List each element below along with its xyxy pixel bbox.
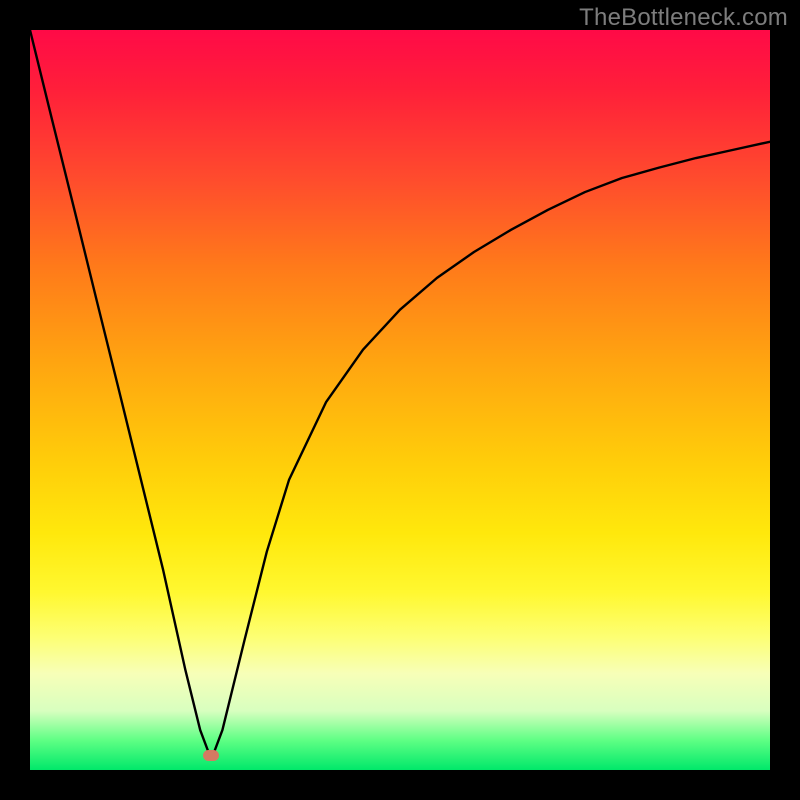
plot-frame (30, 30, 770, 770)
watermark-text: TheBottleneck.com (579, 4, 788, 32)
curve-path (30, 30, 770, 760)
minimum-marker (203, 750, 219, 761)
curve-svg (30, 30, 770, 770)
